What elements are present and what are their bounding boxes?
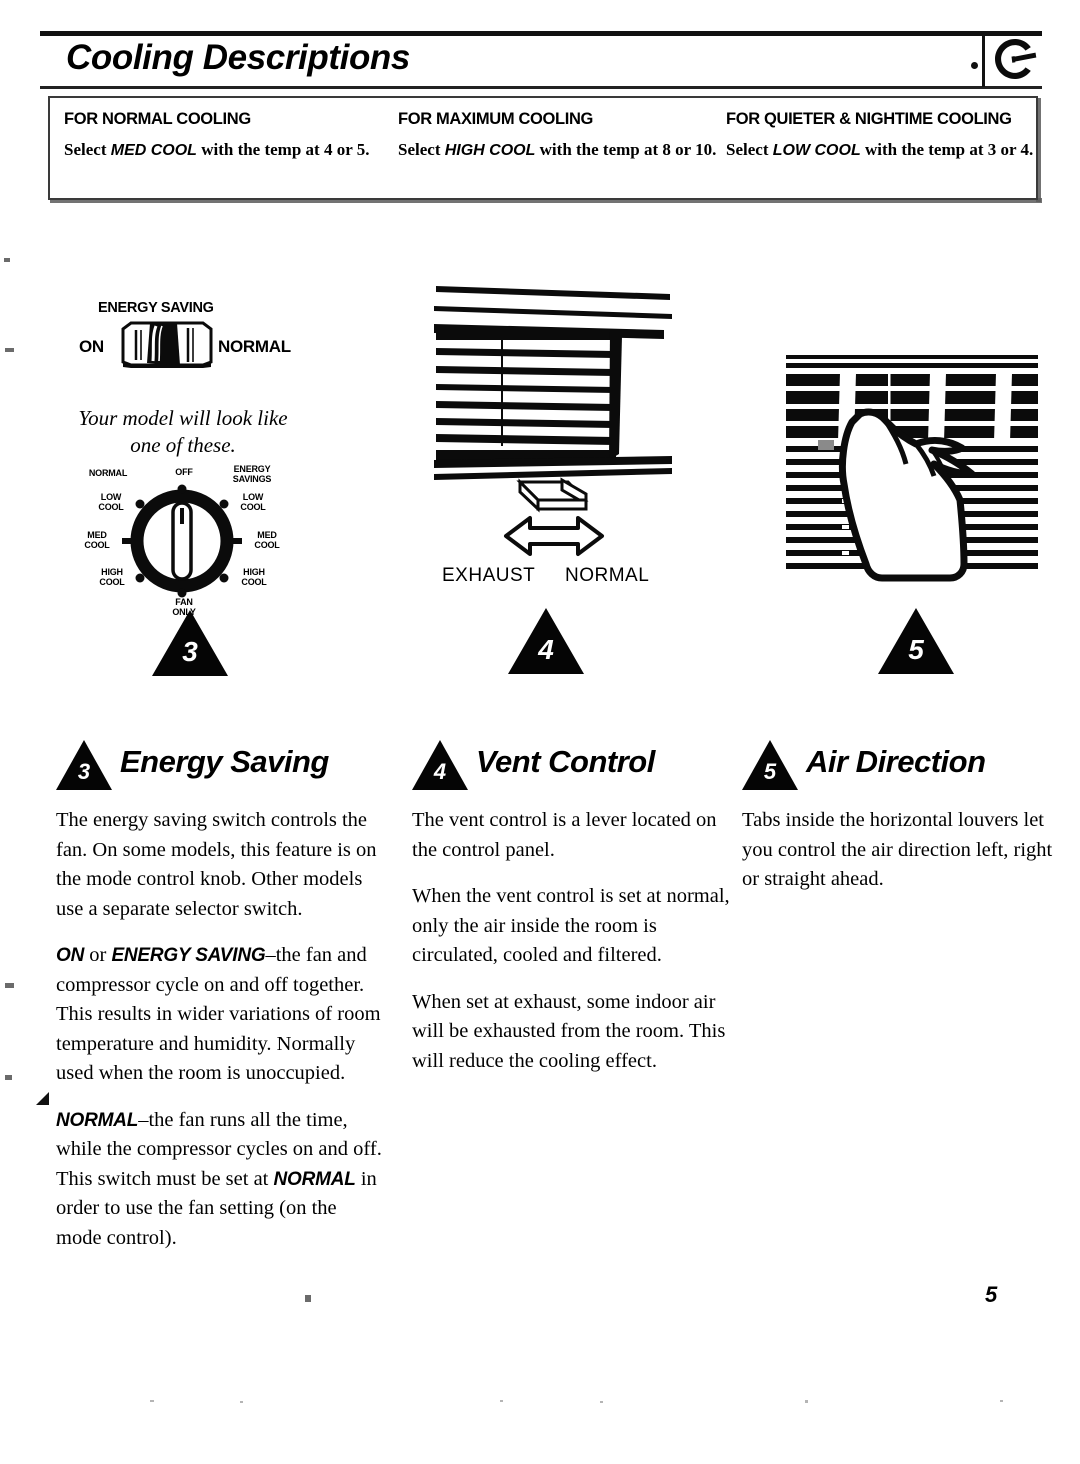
scan-artifact: [1000, 1400, 1003, 1402]
body-text: The energy saving switch controls the fa…: [56, 809, 377, 920]
step-marker-5: 5: [878, 608, 954, 674]
callout-heading: FOR MAXIMUM COOLING: [398, 110, 593, 128]
scan-artifact: [600, 1401, 603, 1403]
body-text: When the vent control is set at normal, …: [412, 885, 730, 966]
energy-saving-figure-title: ENERGY SAVING: [98, 300, 214, 316]
section-step-marker: 3: [56, 740, 112, 790]
model-variation-note: Your model will look like one of these.: [78, 406, 288, 457]
knob-label-right-high-cool: HIGH COOL: [241, 567, 267, 587]
callout-emphasis: MED COOL: [110, 142, 197, 159]
vent-control-graphic: [434, 286, 672, 556]
paragraph: When the vent control is set at normal, …: [412, 882, 730, 971]
scan-artifact: [5, 348, 14, 352]
header-rule-bottom: [40, 86, 1042, 89]
body-text: The vent control is a lever located on t…: [412, 809, 717, 861]
paragraph: Tabs inside the horizontal louvers let y…: [742, 806, 1054, 895]
rocker-switch-icon: [121, 321, 213, 368]
callout-heading: FOR QUIETER & NIGHTIME COOLING: [726, 110, 1012, 128]
paragraph: ON or ENERGY SAVING–the fan and compress…: [56, 941, 386, 1089]
step-number: 3: [182, 636, 198, 667]
section-header: 5 Air Direction: [742, 736, 1054, 798]
section-header: 3 Energy Saving: [56, 736, 386, 798]
knob-label-left-high-cool: HIGH COOL: [99, 567, 125, 587]
section-title: Air Direction: [806, 744, 986, 779]
section-body: Tabs inside the horizontal louvers let y…: [742, 806, 1054, 895]
section-body: The vent control is a lever located on t…: [412, 806, 730, 1076]
section-header: 4 Vent Control: [412, 736, 730, 798]
page-number: 5: [985, 1282, 998, 1307]
callout-column-normal: FOR NORMAL COOLING Select MED COOL with …: [64, 110, 384, 163]
callout-emphasis: HIGH COOL: [444, 142, 536, 159]
header-logo-dot: [971, 62, 978, 69]
section-energy-saving: 3 Energy Saving The energy saving switch…: [56, 736, 386, 1270]
step-marker-4: 4: [508, 608, 584, 674]
section-title: Vent Control: [476, 744, 655, 779]
scan-artifact: [4, 258, 10, 262]
knob-label-right-med-cool: MED COOL: [254, 530, 280, 550]
scan-artifact: [805, 1400, 808, 1403]
switch-label-on: ON: [79, 337, 104, 356]
knob-label-left-low-cool: LOW COOL: [98, 492, 124, 512]
callout-text: Select MED COOL with the temp at 4 or 5.: [64, 137, 384, 163]
step-number: 4: [538, 634, 554, 665]
callout-heading: FOR NORMAL COOLING: [64, 110, 251, 128]
scan-artifact: [500, 1400, 503, 1402]
callout-emphasis: LOW COOL: [772, 142, 861, 159]
ge-monogram-logo: [995, 39, 1037, 79]
mode-control-knob-diagram: OFF NORMAL ENERGY SAVINGS LOW COOL LOW C…: [72, 464, 292, 616]
callout-column-maximum: FOR MAXIMUM COOLING Select HIGH COOL wit…: [398, 110, 718, 163]
body-text: Tabs inside the horizontal louvers let y…: [742, 809, 1053, 890]
section-body: The energy saving switch controls the fa…: [56, 806, 386, 1253]
scan-artifact: [240, 1401, 243, 1403]
step-marker-3: 3: [152, 610, 228, 676]
emphasis-text: ON: [56, 945, 85, 966]
section-vent-control: 4 Vent Control The vent control is a lev…: [412, 736, 730, 1093]
knob-label-left-med-cool: MED COOL: [84, 530, 110, 550]
emphasis-text: ENERGY SAVING: [111, 945, 266, 966]
manual-page: Cooling Descriptions FOR NORMAL COOLING …: [0, 0, 1080, 1464]
paragraph: When set at exhaust, some indoor air wil…: [412, 988, 730, 1077]
knob-label-right-low-cool: LOW COOL: [240, 492, 266, 512]
knob-label-energy-savings: ENERGY SAVINGS: [232, 464, 272, 484]
paragraph: The vent control is a lever located on t…: [412, 806, 730, 865]
section-step-marker: 4: [412, 740, 468, 790]
emphasis-text: NORMAL: [56, 1109, 139, 1131]
scan-artifact: [5, 1075, 12, 1080]
section-title: Energy Saving: [120, 744, 329, 779]
scan-artifact: [305, 1295, 311, 1302]
paragraph: NORMAL–the fan runs all the time, while …: [56, 1106, 386, 1254]
emphasis-text: NORMAL: [273, 1168, 356, 1190]
callout-tail: with the temp at 3 or 4.: [860, 140, 1034, 159]
page-title: Cooling Descriptions: [66, 38, 410, 77]
step-number: 5: [908, 634, 924, 665]
callout-tail: with the temp at 8 or 10.: [535, 140, 717, 159]
scan-artifact: [150, 1400, 154, 1402]
paragraph: The energy saving switch controls the fa…: [56, 806, 386, 924]
figure-air-direction: [782, 352, 1042, 612]
callout-lead: Select: [726, 140, 773, 159]
section-air-direction: 5 Air Direction Tabs inside the horizont…: [742, 736, 1054, 912]
switch-label-normal: NORMAL: [218, 337, 291, 356]
cooling-descriptions-callout: FOR NORMAL COOLING Select MED COOL with …: [48, 96, 1038, 200]
body-text: When set at exhaust, some indoor air wil…: [412, 990, 726, 1072]
body-text: or: [84, 944, 112, 966]
callout-lead: Select: [398, 140, 445, 159]
section-step-marker: 5: [742, 740, 798, 790]
scan-artifact-corner: [36, 1092, 49, 1105]
callout-text: Select HIGH COOL with the temp at 8 or 1…: [398, 137, 718, 163]
knob-label-normal: NORMAL: [88, 468, 128, 478]
callout-column-quieter: FOR QUIETER & NIGHTIME COOLING Select LO…: [726, 110, 1046, 163]
section-step-number: 3: [77, 759, 91, 784]
section-step-number: 4: [433, 759, 447, 784]
vent-label-normal: NORMAL: [565, 565, 650, 586]
vent-label-exhaust: EXHAUST: [442, 565, 536, 586]
header-rule-top: [40, 31, 1042, 36]
callout-tail: with the temp at 4 or 5.: [196, 140, 370, 159]
section-step-number: 5: [763, 759, 777, 784]
air-direction-graphic: [786, 355, 1038, 582]
knob-label-off: OFF: [175, 467, 193, 477]
callout-lead: Select: [64, 140, 111, 159]
scan-artifact: [5, 983, 14, 988]
callout-text: Select LOW COOL with the temp at 3 or 4.: [726, 137, 1046, 163]
